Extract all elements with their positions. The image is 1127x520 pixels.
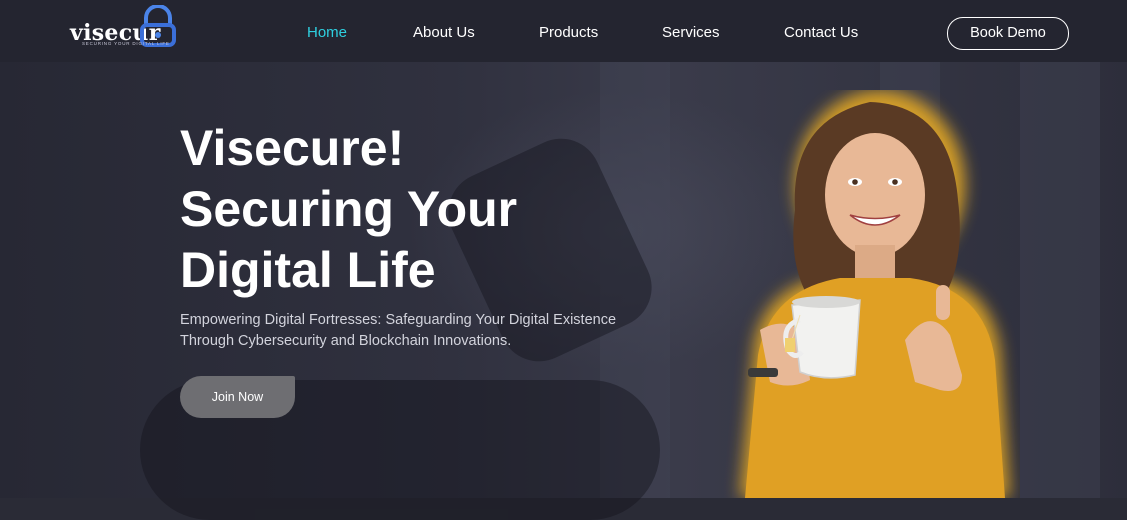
nav-item-about-us[interactable]: About Us xyxy=(413,24,475,41)
hero-title-line: Digital Life xyxy=(180,242,436,298)
hero-title: Visecure! Securing Your Digital Life xyxy=(180,118,517,301)
background-window-pane xyxy=(1020,62,1100,498)
hero-subtitle-line: Empowering Digital Fortresses: Safeguard… xyxy=(180,312,617,328)
hero-title-line: Securing Your xyxy=(180,181,518,237)
hero-subtitle: Empowering Digital Fortresses: Safeguard… xyxy=(180,310,620,352)
nav-item-home[interactable]: Home xyxy=(307,24,347,41)
navbar: visecur SECURING YOUR DIGITAL LIFE Home … xyxy=(0,0,1127,62)
brand-tagline: SECURING YOUR DIGITAL LIFE xyxy=(82,41,170,46)
nav-item-products[interactable]: Products xyxy=(539,24,598,41)
nav-item-services[interactable]: Services xyxy=(662,24,720,41)
hero-title-line: Visecure! xyxy=(180,120,405,176)
join-now-button[interactable]: Join Now xyxy=(180,376,295,418)
brand-logo[interactable]: visecur SECURING YOUR DIGITAL LIFE xyxy=(68,5,178,49)
book-demo-button[interactable]: Book Demo xyxy=(947,17,1069,50)
hero-woman-with-mug-image xyxy=(740,90,1010,498)
nav-item-contact-us[interactable]: Contact Us xyxy=(784,24,858,41)
hero-subtitle-line: Through Cybersecurity and Blockchain Inn… xyxy=(180,333,512,349)
